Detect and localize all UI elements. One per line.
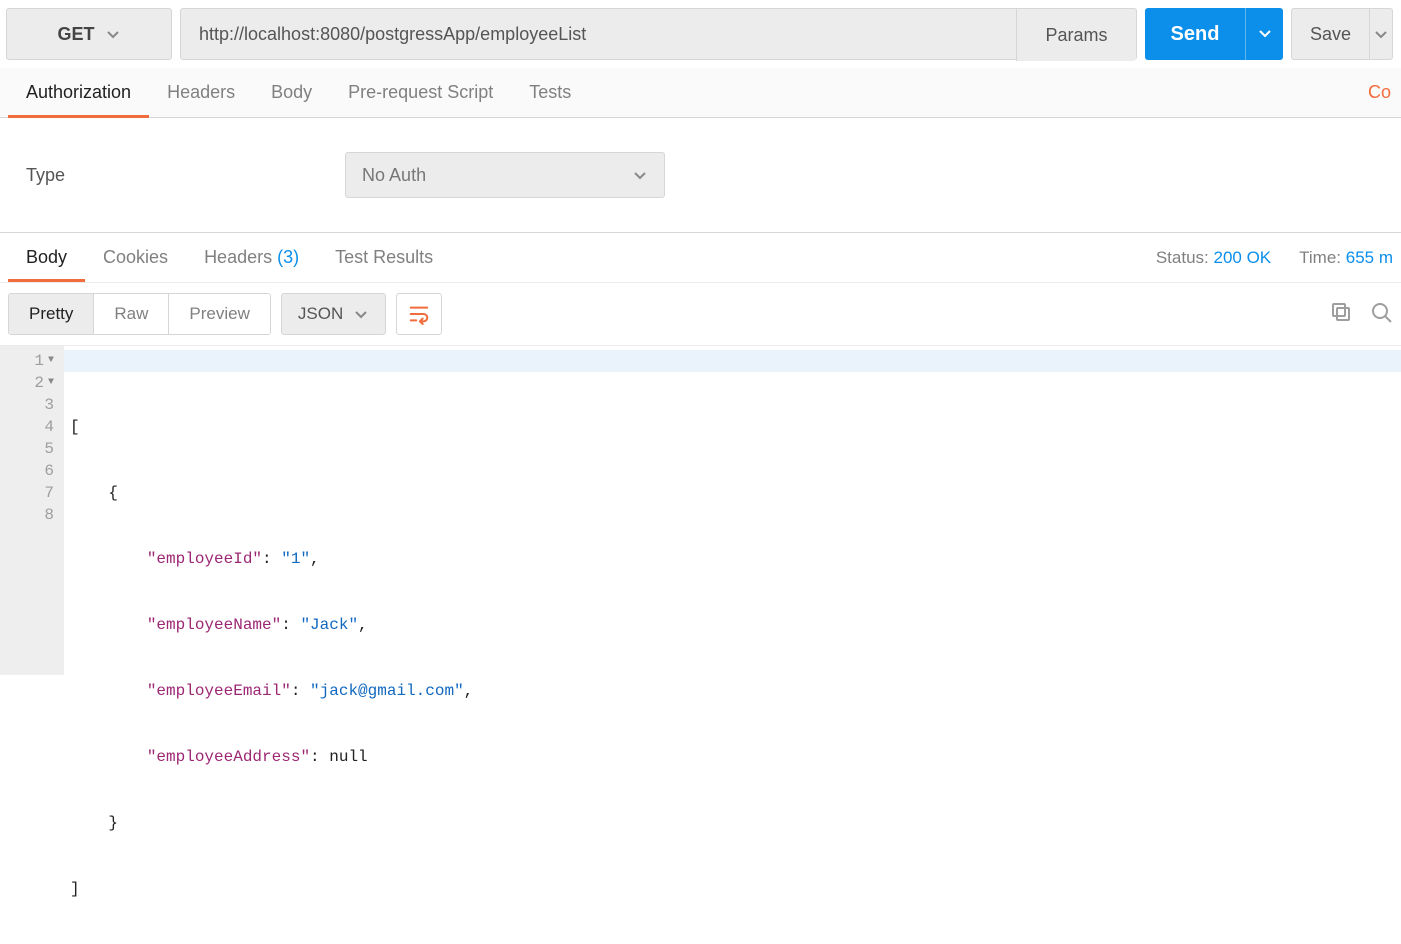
- response-toolbar: Pretty Raw Preview JSON: [0, 283, 1401, 345]
- send-button[interactable]: Send: [1145, 8, 1245, 60]
- status-label: Status:: [1156, 248, 1209, 267]
- response-format-label: JSON: [298, 304, 343, 324]
- request-bar: GET Params Send Save: [0, 0, 1401, 68]
- wrap-lines-button[interactable]: [396, 293, 442, 335]
- view-mode-segment: Pretty Raw Preview: [8, 293, 271, 335]
- response-tabs: Body Cookies Headers (3) Test Results St…: [0, 233, 1401, 283]
- request-tabs: Authorization Headers Body Pre-request S…: [0, 68, 1401, 118]
- tab-body[interactable]: Body: [253, 68, 330, 118]
- response-status-box: Status: 200 OK Time: 655 m: [1156, 248, 1393, 268]
- line-gutter: 1▼ 2▼ 3 4 5 6 7 8: [0, 346, 64, 675]
- save-dropdown-button[interactable]: [1369, 8, 1393, 60]
- request-url-input[interactable]: [181, 9, 1016, 59]
- chevron-down-icon: [1373, 26, 1389, 42]
- resp-tab-test-results[interactable]: Test Results: [317, 233, 451, 282]
- resp-tab-cookies[interactable]: Cookies: [85, 233, 186, 282]
- auth-type-select[interactable]: No Auth: [345, 152, 665, 198]
- url-field-group: Params: [180, 8, 1137, 60]
- chevron-down-icon: [632, 167, 648, 183]
- time-label: Time:: [1299, 248, 1341, 267]
- tab-tests[interactable]: Tests: [511, 68, 589, 118]
- headers-count: (3): [277, 247, 299, 267]
- status-block: Status: 200 OK: [1156, 248, 1271, 268]
- chevron-down-icon: [353, 306, 369, 322]
- fold-icon[interactable]: ▼: [48, 372, 54, 394]
- response-body-viewer: 1▼ 2▼ 3 4 5 6 7 8 [ { "employeeId": "1",…: [0, 345, 1401, 675]
- status-value: 200 OK: [1213, 248, 1271, 267]
- search-icon[interactable]: [1369, 300, 1393, 329]
- fold-icon[interactable]: ▼: [48, 350, 54, 372]
- save-button[interactable]: Save: [1291, 8, 1369, 60]
- time-value: 655 m: [1346, 248, 1393, 267]
- resp-tab-headers-label: Headers: [204, 247, 272, 267]
- authorization-pane: Type No Auth: [0, 118, 1401, 233]
- time-block: Time: 655 m: [1299, 248, 1393, 268]
- chevron-down-icon: [1257, 25, 1273, 41]
- view-preview-button[interactable]: Preview: [169, 294, 269, 334]
- tab-pre-request-script[interactable]: Pre-request Script: [330, 68, 511, 118]
- send-dropdown-button[interactable]: [1245, 8, 1283, 60]
- view-raw-button[interactable]: Raw: [94, 294, 169, 334]
- response-editor[interactable]: [ { "employeeId": "1", "employeeName": "…: [64, 346, 1401, 675]
- view-pretty-button[interactable]: Pretty: [9, 294, 94, 334]
- resp-tab-body[interactable]: Body: [8, 233, 85, 282]
- params-button[interactable]: Params: [1016, 9, 1136, 61]
- copy-icon[interactable]: [1329, 300, 1353, 329]
- http-method-select[interactable]: GET: [6, 8, 172, 60]
- tab-authorization[interactable]: Authorization: [8, 68, 149, 118]
- resp-tab-headers[interactable]: Headers (3): [186, 233, 317, 282]
- code-link[interactable]: Co: [1368, 82, 1391, 103]
- chevron-down-icon: [105, 26, 121, 42]
- auth-type-label: Type: [26, 165, 65, 186]
- tab-headers[interactable]: Headers: [149, 68, 253, 118]
- http-method-label: GET: [57, 24, 94, 45]
- wrap-icon: [408, 303, 430, 325]
- auth-type-value: No Auth: [362, 165, 426, 186]
- response-format-select[interactable]: JSON: [281, 293, 386, 335]
